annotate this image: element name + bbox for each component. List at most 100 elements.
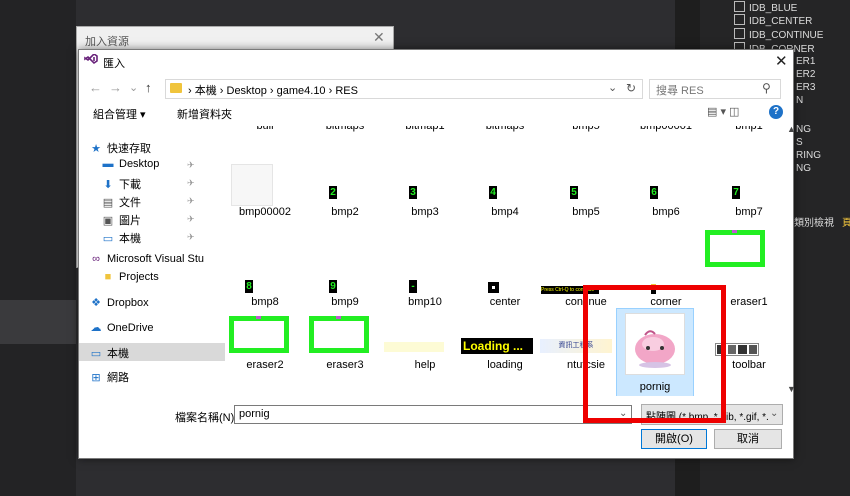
file-item[interactable]: bmp1 [713,126,785,132]
file-item[interactable]: bmp9 [309,296,381,308]
ide-resource-item[interactable]: N [796,95,803,106]
search-icon[interactable]: ⚲ [762,81,771,95]
recent-locations-icon[interactable]: ⌄ [129,81,138,94]
file-item[interactable]: bmp8 [229,296,301,308]
nav-pictures[interactable]: ▣ 圖片 [101,212,141,228]
pin-icon[interactable]: ✈ [187,196,195,207]
open-button[interactable]: 開啟(O) [641,429,707,449]
nav-documents[interactable]: ▤ 文件 [101,194,141,210]
close-icon[interactable]: ✕ [373,29,385,46]
up-arrow-icon[interactable]: ↑ [145,80,152,95]
ide-left-area [0,0,76,496]
refresh-icon[interactable]: ↻ [626,81,636,95]
file-thumbnail [488,282,499,293]
close-icon[interactable]: ✕ [775,52,788,70]
organize-button[interactable]: 組合管理 ▾ [93,106,146,122]
address-bar[interactable]: › 本機 › Desktop › game4.10 › RES ⌄ ↻ [165,79,643,99]
nav-visual-studio[interactable]: ∞ Microsoft Visual Stu [89,253,204,265]
filename-input[interactable]: pornig ⌄ [234,405,632,424]
file-item[interactable]: help [389,359,461,371]
file-item[interactable]: bmp00001 [630,126,702,132]
computer-icon: ▭ [102,233,114,245]
file-thumbnail [309,316,369,353]
bitmap-resource-icon [734,14,745,25]
back-arrow-icon[interactable]: ← [89,80,102,95]
file-item[interactable]: loading [469,359,541,371]
pin-icon[interactable]: ✈ [187,232,195,243]
scroll-up-icon[interactable]: ▲ [787,124,796,134]
document-icon: ▤ [102,197,114,209]
nav-quick-access[interactable]: ★ 快速存取 [89,140,151,156]
toolbar: 組合管理 ▾ 新增資料夾 ▤ ▾ ◫ ? [79,103,793,123]
filename-value: pornig [239,408,270,420]
ide-resource-item[interactable]: ER1 [796,56,815,67]
dialog-titlebar: 匯入 ✕ [79,50,793,74]
file-item[interactable]: bmp6 [630,206,702,218]
file-item[interactable]: bmp5 [550,206,622,218]
file-item[interactable]: bmp4 [469,206,541,218]
nav-desktop[interactable]: ▬ Desktop [101,158,160,170]
navigation-pane: ★ 快速存取 ▬ Desktop ✈ ⬇ 下載 ✈ ▤ 文件 ✈ ▣ 圖片 ✈ ▭ 本機 ✈… [79,126,227,396]
scroll-down-icon[interactable]: ▼ [787,384,796,394]
nav-projects[interactable]: ■ Projects [101,271,159,283]
file-thumbnail: 2 [329,186,337,199]
help-icon[interactable]: ? [769,105,783,119]
file-item[interactable]: bitmaps [309,126,381,132]
highlight-box [583,285,726,423]
file-thumbnail [705,230,765,267]
forward-arrow-icon[interactable]: → [109,80,122,95]
view-options-icon[interactable]: ▤ ▾ ◫ [707,105,739,118]
ide-resource-item[interactable]: NG [796,124,811,135]
ide-resource-item[interactable]: S [796,137,803,148]
star-icon: ★ [91,143,101,155]
file-thumbnail: 8 [245,280,253,293]
ide-resource-item[interactable]: IDB_CONTINUE [734,28,823,41]
download-icon: ⬇ [103,179,113,191]
ide-resource-item[interactable]: ER2 [796,69,815,80]
ide-resource-item[interactable]: IDB_CENTER [734,14,812,27]
file-thumbnail: 9 [329,280,337,293]
chevron-down-icon[interactable]: ⌄ [608,81,617,94]
file-item[interactable]: eraser2 [229,359,301,371]
cancel-button[interactable]: 取消 [714,429,782,449]
ide-resource-item[interactable]: IDB_BLUE [734,1,797,14]
file-item[interactable]: bull [229,126,301,132]
ide-resource-item[interactable]: ER3 [796,82,815,93]
new-folder-button[interactable]: 新增資料夾 [177,106,232,122]
file-item[interactable]: bitmap1 [389,126,461,132]
bitmap-resource-icon [734,28,745,39]
ide-resource-item[interactable]: RING [796,150,821,161]
nav-this-pc-pinned[interactable]: ▭ 本機 [101,230,141,246]
file-item[interactable]: bmp7 [713,206,785,218]
file-item[interactable]: bmp5 [550,126,622,132]
ide-resource-item[interactable]: NG [796,163,811,174]
file-thumbnail [229,316,289,353]
file-item[interactable]: bmp10 [389,296,461,308]
file-item[interactable]: bmp00002 [229,206,301,218]
computer-icon: ▭ [90,348,102,360]
tab-class-view[interactable]: 類別檢視 [794,214,834,229]
file-item[interactable]: bmp2 [309,206,381,218]
search-input[interactable]: 搜尋 RES ⚲ [649,79,781,99]
nav-dropbox[interactable]: ❖ Dropbox [89,296,149,309]
pin-icon[interactable]: ✈ [187,214,195,225]
pin-icon[interactable]: ✈ [187,178,195,189]
file-item[interactable]: eraser3 [309,359,381,371]
visual-studio-icon [84,52,98,68]
network-icon: ⊞ [91,372,101,384]
cloud-icon: ☁ [90,322,102,334]
chevron-down-icon[interactable]: ⌄ [770,408,778,419]
desktop-icon: ▬ [102,158,114,170]
add-resource-title: 加入資源 [85,36,129,48]
breadcrumb[interactable]: › 本機 › Desktop › game4.10 › RES [188,82,358,98]
nav-this-pc[interactable]: ▭ 本機 [89,345,129,361]
file-item[interactable]: bmp3 [389,206,461,218]
pin-icon[interactable]: ✈ [187,160,195,171]
nav-network[interactable]: ⊞ 網路 [89,369,129,385]
nav-downloads[interactable]: ⬇ 下載 [101,176,141,192]
file-item[interactable]: center [469,296,541,308]
nav-onedrive[interactable]: ☁ OneDrive [89,321,154,334]
ide-left-strip [0,300,76,344]
file-item[interactable]: bitmaps [469,126,541,132]
tab-extra[interactable]: 頁 [842,214,850,229]
